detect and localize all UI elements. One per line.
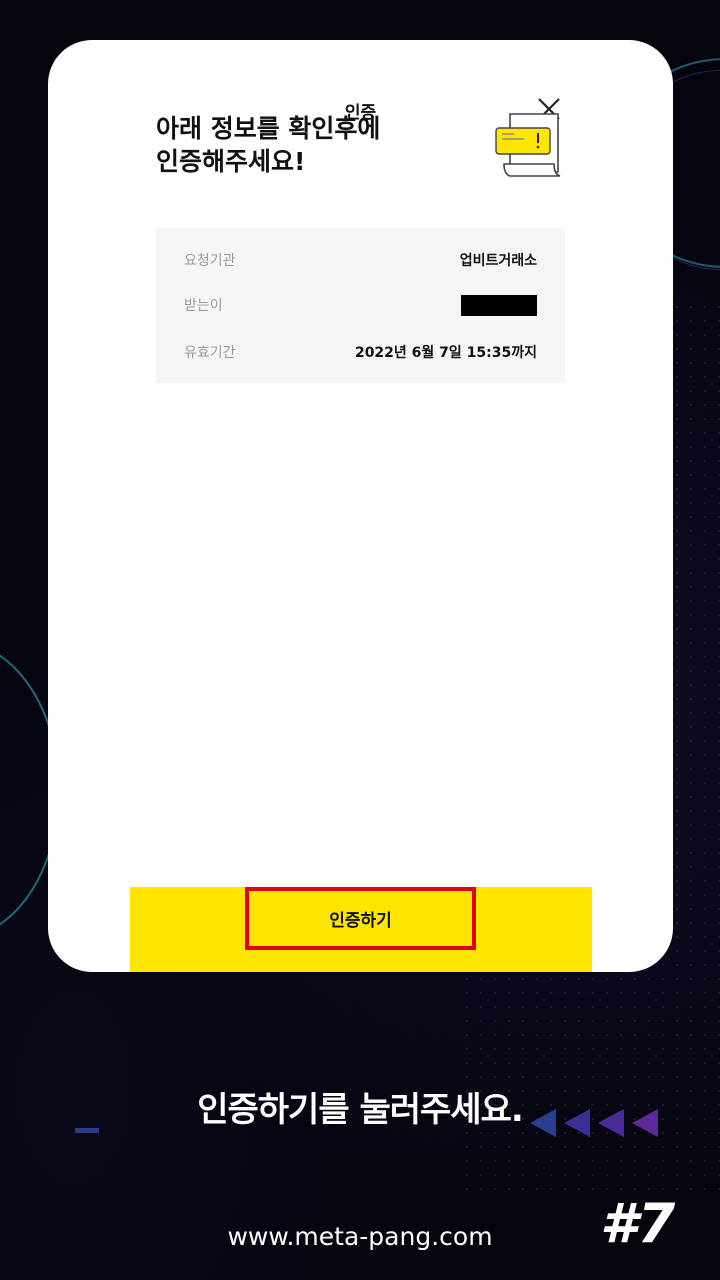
- background: 인증 아래 정보를 확인후에 인증해주세요! 요청기관 업비트거래소 받는이 유…: [0, 0, 720, 1280]
- auth-modal: 인증 아래 정보를 확인후에 인증해주세요! 요청기관 업비트거래소 받는이 유…: [48, 40, 673, 972]
- info-label: 유효기간: [184, 345, 236, 361]
- info-value: 2022년 6월 7일 15:35까지: [354, 345, 537, 361]
- headline: 아래 정보를 확인후에 인증해주세요!: [156, 114, 381, 176]
- info-row-expiry: 유효기간 2022년 6월 7일 15:35까지: [184, 340, 537, 364]
- arrow-left-icons: [530, 1109, 658, 1137]
- info-row-requester: 요청기관 업비트거래소: [184, 248, 537, 272]
- info-row-recipient: 받는이: [184, 293, 537, 317]
- info-label: 받는이: [184, 298, 223, 314]
- document-alert-icon: [495, 113, 561, 177]
- decorative-dash: [75, 1128, 99, 1133]
- redacted-value: [461, 294, 537, 316]
- info-label: 요청기관: [184, 253, 236, 269]
- info-value: 업비트거래소: [459, 253, 537, 269]
- confirm-button[interactable]: 인증하기: [245, 887, 476, 950]
- step-number: #7: [600, 1192, 676, 1255]
- info-box: 요청기관 업비트거래소 받는이 유효기간 2022년 6월 7일 15:35까지: [156, 228, 565, 383]
